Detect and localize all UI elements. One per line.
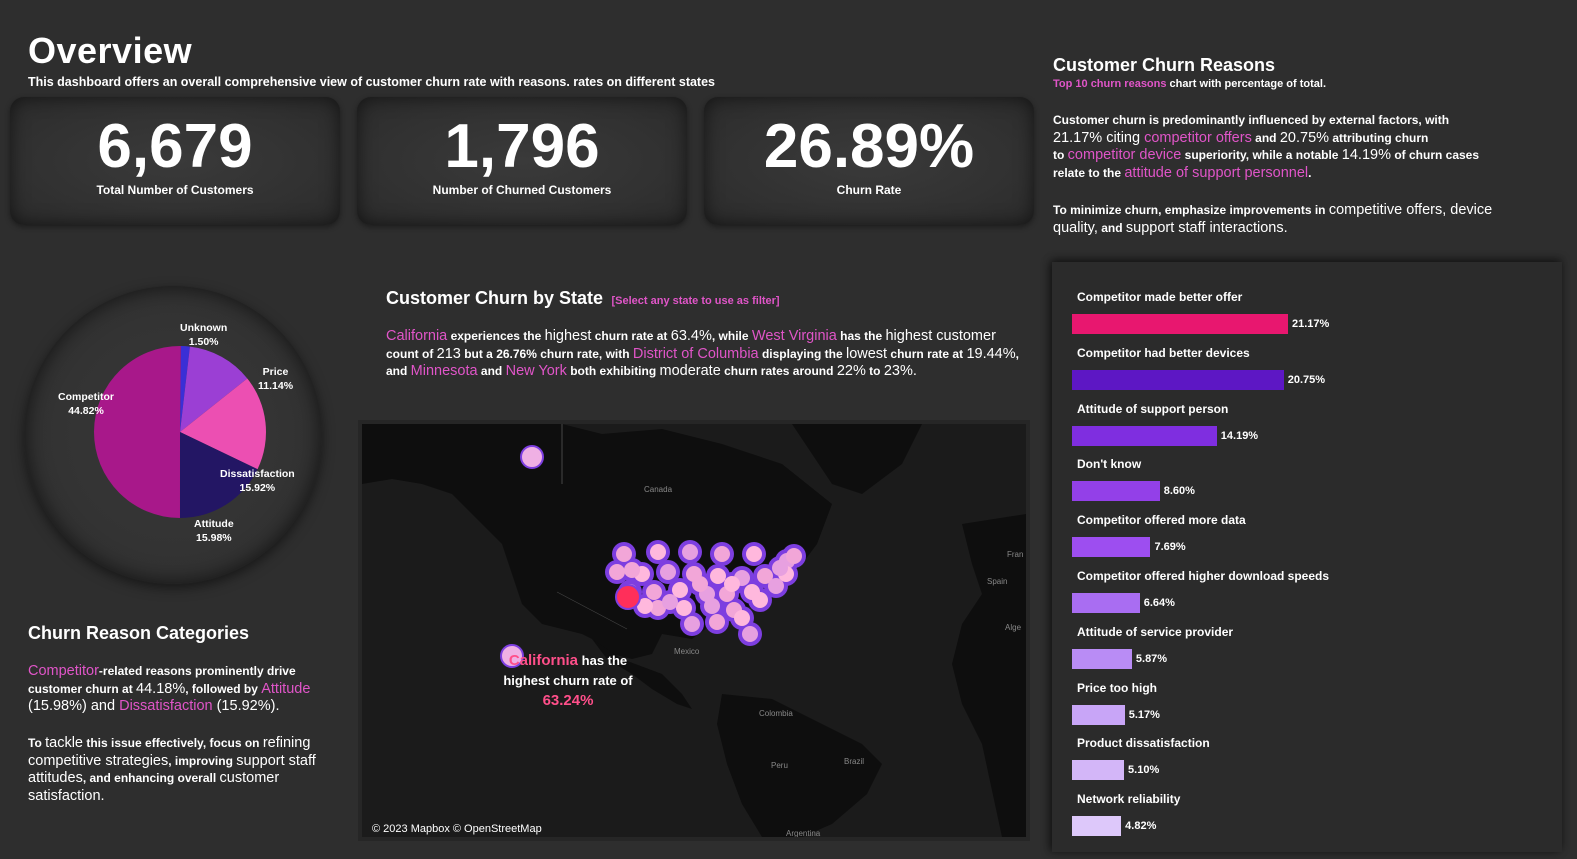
map-canvas[interactable]: Canada Mexico Colombia Peru Brazil Argen… (362, 424, 1026, 837)
reasons-paragraph-2: To minimize churn, emphasize improvement… (1053, 202, 1493, 236)
state-marker-alaska[interactable] (520, 445, 544, 469)
pie-label-attitude: Attitude 15.98% (194, 518, 234, 544)
bar-value-label: 14.19% (1220, 429, 1259, 442)
map-label-argentina: Argentina (786, 829, 821, 837)
kpi-value: 6,679 (97, 112, 253, 181)
state-marker[interactable] (734, 610, 750, 626)
reasons-paragraph-1: Customer churn is predominantly influenc… (1053, 113, 1480, 181)
categories-title: Churn Reason Categories (28, 623, 250, 643)
map-label-mexico: Mexico (674, 647, 700, 656)
state-marker[interactable] (714, 546, 730, 562)
map-label-spain: Spain (987, 577, 1007, 586)
map-attribution[interactable]: © 2023 Mapbox © OpenStreetMap (372, 823, 542, 835)
bar-category-label: Competitor offered more data (1077, 513, 1246, 528)
bar-value-label: 5.10% (1128, 764, 1160, 777)
map-label-colombia: Colombia (759, 709, 793, 718)
bar-value-label: 21.17% (1292, 318, 1330, 330)
bar[interactable] (1072, 481, 1160, 502)
map-label-algeria: Alge (1005, 623, 1022, 632)
reasons-title: Customer Churn Reasons (1053, 55, 1276, 75)
bar[interactable] (1072, 537, 1151, 558)
page-title: Overview (28, 30, 193, 71)
bar-value-label: 20.75% (1287, 373, 1326, 386)
map-annotation: California has the highest churn rate of… (503, 652, 633, 709)
bar-category-label: Price too high (1077, 680, 1158, 695)
state-marker[interactable] (746, 546, 762, 562)
state-marker[interactable] (710, 568, 726, 584)
bar-category-label: Attitude of support person (1077, 401, 1229, 416)
map-label-france: Fran (1007, 550, 1023, 559)
churn-map[interactable]: Canada Mexico Colombia Peru Brazil Argen… (358, 420, 1030, 841)
state-paragraph: California experiences the highest churn… (386, 328, 1019, 379)
state-marker[interactable] (609, 564, 625, 580)
state-marker[interactable] (624, 562, 640, 578)
bar-category-label: Don't know (1077, 457, 1142, 472)
kpi-value: 1,796 (444, 112, 600, 181)
kpi-label: Churn Rate (836, 183, 902, 197)
bar[interactable] (1072, 760, 1125, 781)
bar-category-label: Product dissatisfaction (1077, 736, 1210, 751)
state-marker[interactable] (704, 598, 720, 614)
state-marker[interactable] (646, 584, 662, 600)
state-marker[interactable] (709, 614, 725, 630)
bar[interactable] (1072, 816, 1122, 837)
state-marker[interactable] (662, 594, 678, 610)
bar-value-label: 6.64% (1143, 597, 1175, 609)
bar-category-label: Network reliability (1077, 792, 1181, 807)
bar[interactable] (1072, 593, 1140, 613)
categories-paragraph-2: To tackle this issue effectively, focus … (28, 735, 316, 804)
state-marker[interactable] (616, 546, 632, 562)
bar-category-label: Competitor had better devices (1077, 345, 1250, 360)
bar-value-label: 7.69% (1154, 541, 1186, 554)
bar[interactable] (1072, 425, 1217, 446)
map-label-peru: Peru (771, 761, 788, 770)
bar-value-label: 4.82% (1125, 820, 1157, 833)
kpi-total-customers: 6,679 Total Number of Customers (10, 97, 340, 225)
state-marker[interactable] (682, 544, 698, 560)
bar-value-label: 5.87% (1135, 652, 1168, 665)
reasons-subtitle: Top 10 churn reasons chart with percenta… (1053, 78, 1327, 90)
kpi-churned-customers: 1,796 Number of Churned Customers (357, 97, 687, 225)
state-marker[interactable] (786, 548, 802, 564)
bar-value-label: 5.17% (1128, 708, 1160, 721)
categories-paragraph-1: Competitor-related reasons prominently d… (28, 663, 311, 714)
bar[interactable] (1072, 704, 1125, 725)
state-marker[interactable] (742, 626, 758, 642)
state-marker[interactable] (772, 560, 788, 576)
pie-label-price: Price 11.14% (258, 366, 294, 392)
state-marker[interactable] (768, 578, 784, 594)
kpi-label: Number of Churned Customers (432, 183, 612, 197)
map-label-canada: Canada (644, 485, 673, 494)
kpi-label: Total Number of Customers (96, 183, 254, 197)
state-marker[interactable] (692, 576, 708, 592)
bar-value-label: 8.60% (1163, 485, 1195, 498)
pie-slice-competitor[interactable] (94, 346, 181, 518)
state-section-header: Customer Churn by State [Select any stat… (386, 288, 780, 309)
kpi-value: 26.89% (763, 112, 975, 181)
bar-category-label: Attitude of service provider (1077, 624, 1234, 639)
state-marker[interactable] (752, 592, 768, 608)
bar-category-label: Competitor offered higher download speed… (1077, 569, 1330, 583)
state-title: Customer Churn by State (386, 288, 604, 308)
bar[interactable] (1072, 314, 1288, 334)
state-marker[interactable] (650, 544, 666, 560)
state-marker[interactable] (724, 576, 740, 592)
state-marker[interactable] (660, 564, 676, 580)
map-label-brazil: Brazil (844, 757, 864, 766)
churn-category-pie[interactable] (24, 286, 322, 584)
state-marker[interactable] (684, 616, 700, 632)
state-filter-hint: [Select any state to use as filter] (611, 295, 780, 307)
bar[interactable] (1072, 369, 1284, 390)
pie-label-dissatisfaction: Dissatisfaction 15.92% (220, 468, 295, 494)
kpi-churn-rate: 26.89% Churn Rate (704, 97, 1034, 225)
state-marker-california[interactable] (615, 584, 641, 610)
page-subtitle: This dashboard offers an overall compreh… (28, 75, 715, 89)
pie-label-unknown: Unknown 1.50% (180, 322, 228, 348)
state-marker[interactable] (676, 600, 692, 616)
pie-label-competitor: Competitor 44.82% (58, 391, 114, 417)
bar-category-label: Competitor made better offer (1077, 290, 1243, 304)
bar[interactable] (1072, 648, 1132, 669)
